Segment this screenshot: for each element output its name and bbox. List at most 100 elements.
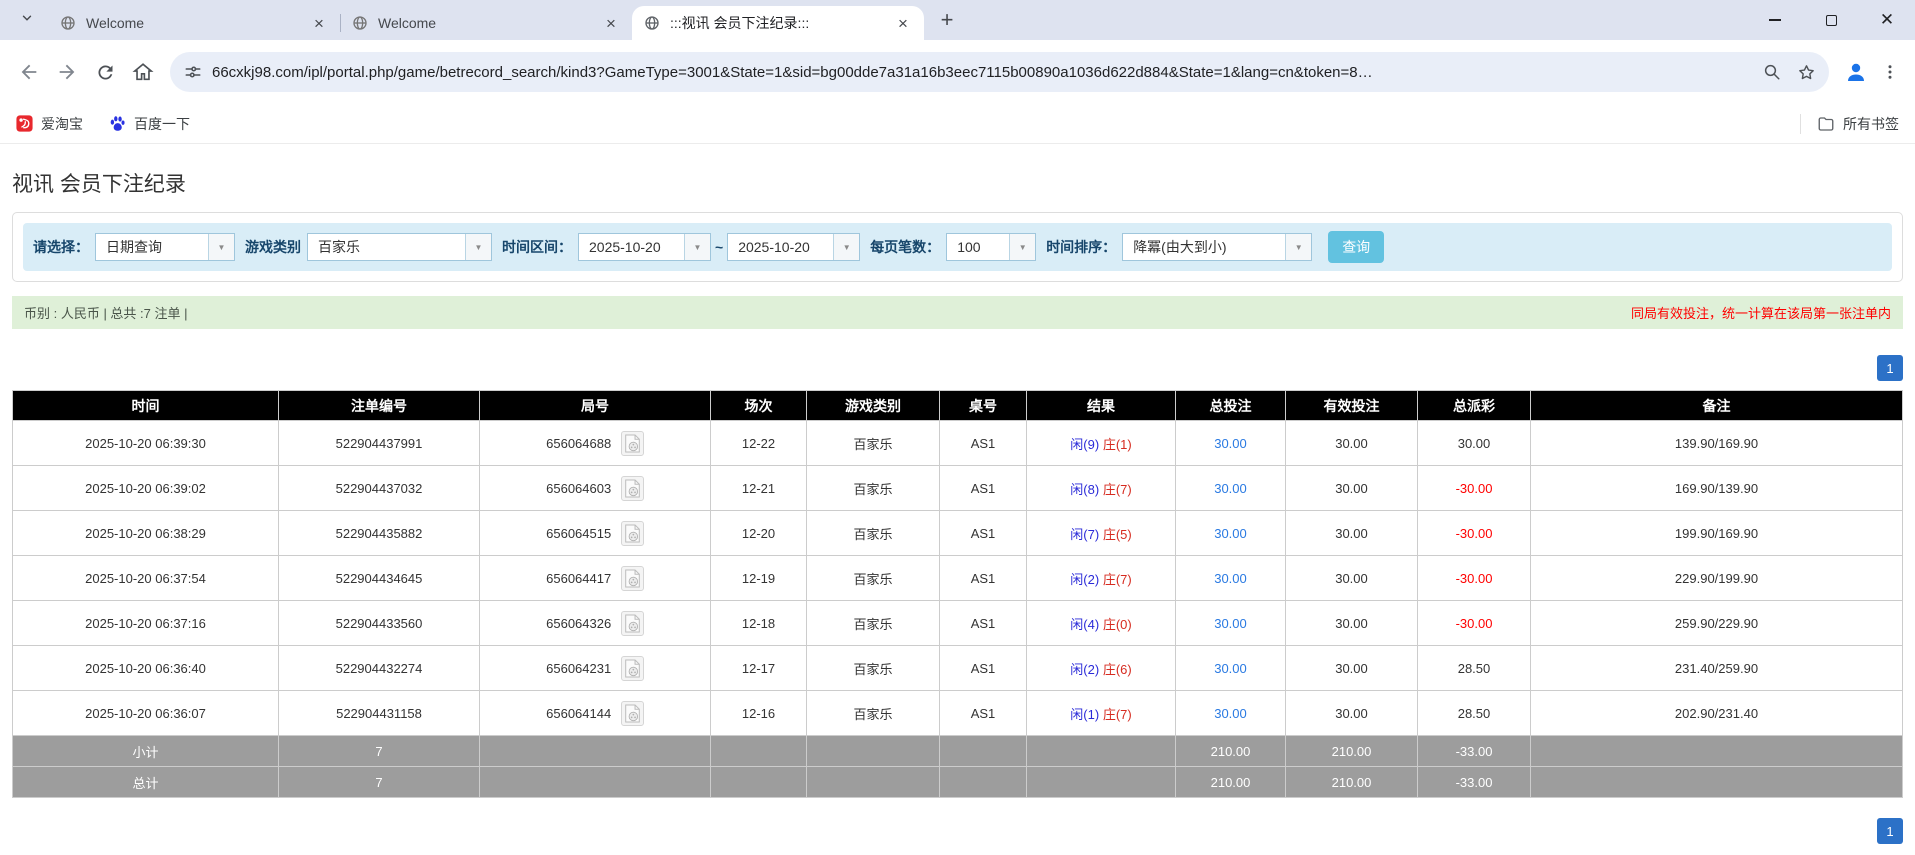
bookmark-aitaobao[interactable]: 爱淘宝 bbox=[16, 114, 83, 134]
kebab-menu-icon bbox=[1881, 63, 1899, 81]
date-from-select[interactable]: 2025-10-20 ▼ bbox=[578, 233, 711, 261]
tab-welcome-1[interactable]: Welcome × bbox=[48, 6, 340, 40]
profile-avatar[interactable] bbox=[1837, 53, 1875, 91]
video-replay-icon[interactable] bbox=[621, 521, 644, 546]
total-bet-cell: 30.00 bbox=[1176, 466, 1286, 511]
game-type-label: 游戏类别 bbox=[245, 237, 301, 257]
total-row: 总计 7 210.00 210.00 -33.00 bbox=[13, 767, 1903, 798]
currency-summary: 币别 : 人民币 | 总共 :7 注单 | bbox=[24, 303, 188, 322]
result-cell: 闲(1) 庄(7) bbox=[1027, 691, 1176, 736]
table-row: 2025-10-20 06:36:07 522904431158 6560641… bbox=[13, 691, 1903, 736]
video-replay-icon[interactable] bbox=[621, 431, 644, 456]
result-player: 闲(2) bbox=[1070, 572, 1099, 587]
bet-id-cell: 522904437991 bbox=[279, 421, 480, 466]
browser-menu-button[interactable] bbox=[1875, 53, 1905, 91]
payout-cell: 30.00 bbox=[1418, 421, 1531, 466]
select-type-label: 请选择： bbox=[33, 237, 89, 257]
person-icon bbox=[1844, 60, 1868, 84]
total-bet-link[interactable]: 30.00 bbox=[1214, 481, 1247, 496]
video-replay-icon[interactable] bbox=[621, 611, 644, 636]
page-1-button[interactable]: 1 bbox=[1877, 355, 1903, 381]
maximize-button[interactable] bbox=[1803, 0, 1859, 40]
round-id-cell: 656064231 bbox=[480, 646, 711, 691]
payout-value: -30.00 bbox=[1456, 571, 1493, 586]
close-icon[interactable]: × bbox=[894, 14, 912, 32]
bet-id-cell: 522904431158 bbox=[279, 691, 480, 736]
back-button[interactable] bbox=[10, 53, 48, 91]
table-row: 2025-10-20 06:36:40 522904432274 6560642… bbox=[13, 646, 1903, 691]
note-cell: 202.90/231.40 bbox=[1531, 691, 1903, 736]
table-row: 2025-10-20 06:37:16 522904433560 6560643… bbox=[13, 601, 1903, 646]
video-replay-icon[interactable] bbox=[621, 566, 644, 591]
query-type-select[interactable]: 日期查询 ▼ bbox=[95, 233, 235, 261]
valid-bet-cell: 30.00 bbox=[1286, 466, 1418, 511]
close-icon[interactable]: × bbox=[310, 14, 328, 32]
home-button[interactable] bbox=[124, 53, 162, 91]
valid-bet-cell: 30.00 bbox=[1286, 646, 1418, 691]
video-replay-icon[interactable] bbox=[621, 656, 644, 681]
session-cell: 12-16 bbox=[711, 691, 807, 736]
payout-value: 30.00 bbox=[1458, 436, 1491, 451]
globe-icon bbox=[352, 15, 368, 31]
minimize-button[interactable] bbox=[1747, 0, 1803, 40]
session-cell: 12-22 bbox=[711, 421, 807, 466]
payout-value: 28.50 bbox=[1458, 661, 1491, 676]
video-replay-icon[interactable] bbox=[621, 476, 644, 501]
tab-betrecord-active[interactable]: :::视讯 会员下注纪录::: × bbox=[632, 6, 924, 40]
total-bet-link[interactable]: 30.00 bbox=[1214, 436, 1247, 451]
bet-id-cell: 522904433560 bbox=[279, 601, 480, 646]
result-player: 闲(1) bbox=[1070, 707, 1099, 722]
page-1-button[interactable]: 1 bbox=[1877, 818, 1903, 844]
result-cell: 闲(2) 庄(7) bbox=[1027, 556, 1176, 601]
game-type-select[interactable]: 百家乐 ▼ bbox=[307, 233, 492, 261]
total-payout: -33.00 bbox=[1418, 767, 1531, 798]
result-banker: 庄(7) bbox=[1103, 572, 1132, 587]
reload-button[interactable] bbox=[86, 53, 124, 91]
bookmark-star-icon[interactable] bbox=[1789, 55, 1823, 89]
table-row: 2025-10-20 06:39:02 522904437032 6560646… bbox=[13, 466, 1903, 511]
date-to-select[interactable]: 2025-10-20 ▼ bbox=[727, 233, 860, 261]
close-icon[interactable]: × bbox=[602, 14, 620, 32]
result-banker: 庄(6) bbox=[1103, 662, 1132, 677]
chevron-down-icon[interactable]: ▼ bbox=[465, 234, 491, 260]
result-cell: 闲(8) 庄(7) bbox=[1027, 466, 1176, 511]
col-note: 备注 bbox=[1531, 391, 1903, 421]
filter-bar: 请选择： 日期查询 ▼ 游戏类别 百家乐 ▼ 时间区间： 2025-10-20 … bbox=[23, 223, 1892, 271]
total-bet-link[interactable]: 30.00 bbox=[1214, 571, 1247, 586]
chevron-down-icon[interactable]: ▼ bbox=[1009, 234, 1035, 260]
page-size-select[interactable]: 100 ▼ bbox=[946, 233, 1036, 261]
col-game-type: 游戏类别 bbox=[807, 391, 940, 421]
zoom-icon[interactable] bbox=[1755, 55, 1789, 89]
bookmark-baidu[interactable]: 百度一下 bbox=[109, 114, 190, 134]
round-id: 656064515 bbox=[546, 526, 611, 541]
valid-bet-note: 同局有效投注，统一计算在该局第一张注单内 bbox=[1631, 303, 1891, 322]
chevron-down-icon[interactable]: ▼ bbox=[1285, 234, 1311, 260]
address-bar[interactable]: 66cxkj98.com/ipl/portal.php/game/betreco… bbox=[170, 52, 1829, 92]
chevron-down-icon[interactable]: ▼ bbox=[684, 234, 710, 260]
total-bet-link[interactable]: 30.00 bbox=[1214, 661, 1247, 676]
valid-bet-cell: 30.00 bbox=[1286, 556, 1418, 601]
payout-cell: 28.50 bbox=[1418, 646, 1531, 691]
chevron-down-icon[interactable]: ▼ bbox=[833, 234, 859, 260]
all-bookmarks-button[interactable]: 所有书签 bbox=[1800, 114, 1899, 134]
total-bet-link[interactable]: 30.00 bbox=[1214, 616, 1247, 631]
subtotal-valid-bet: 210.00 bbox=[1286, 736, 1418, 767]
close-window-button[interactable]: ✕ bbox=[1859, 0, 1915, 40]
tab-welcome-2[interactable]: Welcome × bbox=[340, 6, 632, 40]
site-settings-icon[interactable] bbox=[184, 63, 202, 81]
all-bookmarks-label: 所有书签 bbox=[1843, 114, 1899, 134]
total-bet-link[interactable]: 30.00 bbox=[1214, 526, 1247, 541]
tab-search-button[interactable] bbox=[12, 5, 42, 35]
video-replay-icon[interactable] bbox=[621, 701, 644, 726]
baidu-paw-icon bbox=[109, 115, 126, 132]
total-bet-link[interactable]: 30.00 bbox=[1214, 706, 1247, 721]
time-cell: 2025-10-20 06:36:07 bbox=[13, 691, 279, 736]
chevron-down-icon[interactable]: ▼ bbox=[208, 234, 234, 260]
result-banker: 庄(7) bbox=[1103, 707, 1132, 722]
sort-order-select[interactable]: 降冪(由大到小) ▼ bbox=[1122, 233, 1312, 261]
new-tab-button[interactable]: + bbox=[932, 5, 962, 35]
search-button[interactable]: 查询 bbox=[1328, 231, 1384, 263]
forward-button[interactable] bbox=[48, 53, 86, 91]
time-cell: 2025-10-20 06:36:40 bbox=[13, 646, 279, 691]
bet-id-cell: 522904432274 bbox=[279, 646, 480, 691]
